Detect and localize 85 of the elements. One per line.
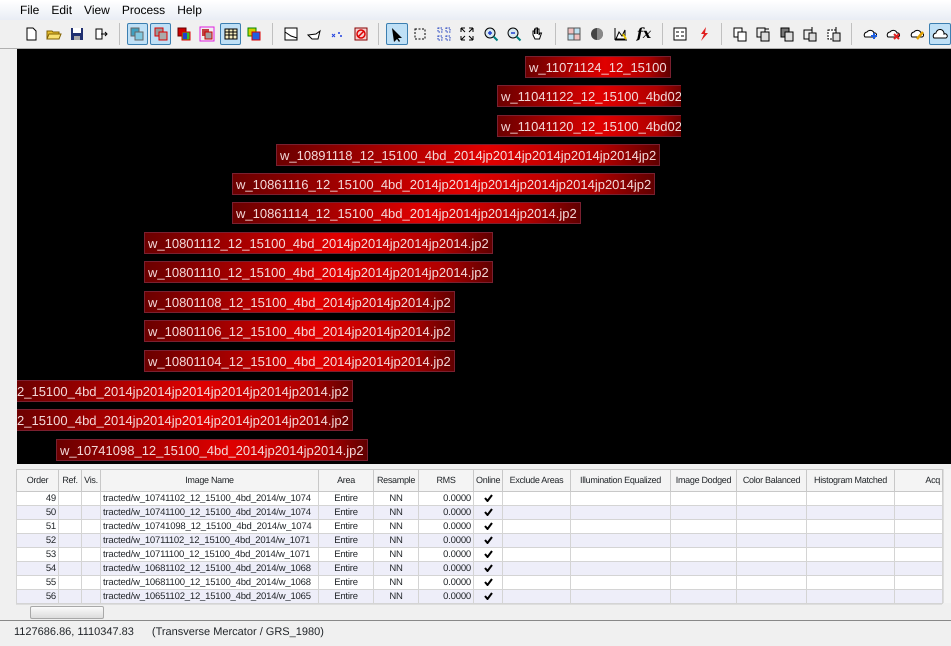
menu-item[interactable]: Help <box>171 0 208 20</box>
table-cell: NN <box>374 590 418 604</box>
table-cell: 0.0000 <box>418 590 474 604</box>
image-footprint-label[interactable]: w_11071124_12_15100 <box>525 56 671 78</box>
table-cell: 50 <box>16 506 58 520</box>
toolbar-button[interactable] <box>929 23 951 45</box>
scrollbar-thumb[interactable] <box>30 606 104 619</box>
zoom-in-icon <box>482 26 499 42</box>
projection-text: (Transverse Mercator / GRS_1980) <box>152 625 324 640</box>
column-header[interactable]: Exclude Areas <box>502 470 570 492</box>
image-footprint-label[interactable]: w_11041120_12_15100_4bd02 <box>497 115 681 137</box>
image-footprint-label[interactable]: w_10891118_12_15100_4bd_2014jp2014jp2014jp2014jp2014jp2 <box>276 144 660 166</box>
form-icon <box>672 26 688 42</box>
column-header[interactable]: Image Dodged <box>670 470 736 492</box>
image-footprint-label[interactable]: w_10801108_12_15100_4bd_2014jp2014jp2014.jp2 <box>144 291 455 313</box>
toolbar-button[interactable] <box>220 23 242 45</box>
copy-icon <box>778 26 795 42</box>
table-cell: 54 <box>16 562 58 576</box>
full-extent-icon <box>459 26 476 42</box>
table-cell: NN <box>374 506 418 520</box>
column-header[interactable]: Acq <box>894 470 942 492</box>
image-footprint-label[interactable]: 2_15100_4bd_2014jp2014jp2014jp2014jp2014jp2014.jp2 <box>17 409 353 431</box>
column-header[interactable]: Resample <box>374 470 418 492</box>
table-cell: tracted/w_10681102_12_15100_4bd_2014/w_1068 <box>100 562 318 576</box>
column-header[interactable]: Image Name <box>100 470 318 492</box>
image-footprint-label[interactable]: w_10801106_12_15100_4bd_2014jp2014jp2014.jp2 <box>144 320 455 342</box>
zoom-out-icon <box>506 26 522 42</box>
map-canvas[interactable] <box>17 49 951 464</box>
toolbar-button[interactable]: fx <box>633 23 655 45</box>
image-footprint-label[interactable]: w_10801104_12_15100_4bd_2014jp2014jp2014.jp2 <box>144 350 455 372</box>
export-icon <box>92 26 109 42</box>
table-cell: 0.0000 <box>418 534 474 548</box>
overlapping-squares-icon <box>199 26 216 42</box>
column-header[interactable]: Ref. <box>58 470 82 492</box>
coordinates-text: 1127686.86, 1110347.83 <box>14 625 134 640</box>
table-cell: 0.0000 <box>418 562 474 576</box>
vertical-scrollbar[interactable] <box>943 469 951 603</box>
table-cell: tracted/w_10651102_12_15100_4bd_2014/w_1065 <box>100 590 318 604</box>
overlapping-squares-icon <box>152 26 169 42</box>
image-footprint-label[interactable]: w_10861114_12_15100_4bd_2014jp2014jp2014jp2014.jp2 <box>232 202 581 224</box>
copy-icon <box>826 26 842 42</box>
column-header[interactable]: Online <box>474 470 502 492</box>
table-cell: 0.0000 <box>418 506 474 520</box>
table-grid-icon <box>222 26 239 42</box>
histogram-icon <box>612 26 629 42</box>
column-header[interactable]: Illumination Equalized <box>570 470 670 492</box>
column-header[interactable]: Vis. <box>82 470 100 492</box>
table-cell: NN <box>374 534 418 548</box>
table-cell: 56 <box>16 590 58 604</box>
table-cell: Entire <box>318 590 374 604</box>
column-header[interactable]: Histogram Matched <box>806 470 894 492</box>
image-footprint-label[interactable]: w_10741098_12_15100_4bd_2014jp2014jp2014.jp2 <box>56 439 368 461</box>
tiles-icon <box>566 26 582 42</box>
color-squares-icon <box>246 26 262 42</box>
overlapping-squares-icon <box>129 26 146 42</box>
column-header[interactable]: Area <box>318 470 374 492</box>
copy-icon <box>802 26 818 42</box>
table-cell: Entire <box>318 562 374 576</box>
copy-icon <box>732 26 748 42</box>
menu-item[interactable]: File <box>14 0 46 20</box>
selection-rectangle-icon <box>412 26 428 42</box>
image-footprint-label[interactable]: w_10861116_12_15100_4bd_2014jp2014jp2014jp2014jp2014jp2014jp2 <box>232 173 656 195</box>
clear-icon <box>352 26 369 42</box>
table-cell: NN <box>374 562 418 576</box>
fit-extent-icon <box>436 26 452 42</box>
menu-item[interactable]: Process <box>116 0 172 20</box>
seamline-icon <box>282 26 299 42</box>
table-cell: Entire <box>318 506 374 520</box>
column-header[interactable]: RMS <box>418 470 474 492</box>
image-footprint-label[interactable]: w_11041122_12_15100_4bd02 <box>497 85 681 107</box>
image-footprint-label[interactable]: w_10801112_12_15100_4bd_2014jp2014jp2014jp2014.jp2 <box>144 232 493 254</box>
table-cell: Entire <box>318 534 374 548</box>
copy-icon <box>755 26 772 42</box>
sphere-icon <box>589 26 606 42</box>
image-footprint-label[interactable]: w_10801110_12_15100_4bd_2014jp2014jp2014jp2014.jp2 <box>144 261 493 283</box>
menu-item[interactable]: Edit <box>45 0 78 20</box>
table-cell: 52 <box>16 534 58 548</box>
table-cell: tracted/w_10741100_12_15100_4bd_2014/w_1074 <box>100 506 318 520</box>
column-header[interactable]: Color Balanced <box>736 470 806 492</box>
color-squares-icon <box>176 26 192 42</box>
toolbar-button[interactable] <box>386 23 408 45</box>
column-header[interactable]: Order <box>16 470 58 492</box>
table-cell: tracted/w_10711102_12_15100_4bd_2014/w_1071 <box>100 534 318 548</box>
image-footprint-label[interactable]: 2_15100_4bd_2014jp2014jp2014jp2014jp2014jp2014.jp2 <box>17 380 353 402</box>
menu-item[interactable]: View <box>78 0 116 20</box>
